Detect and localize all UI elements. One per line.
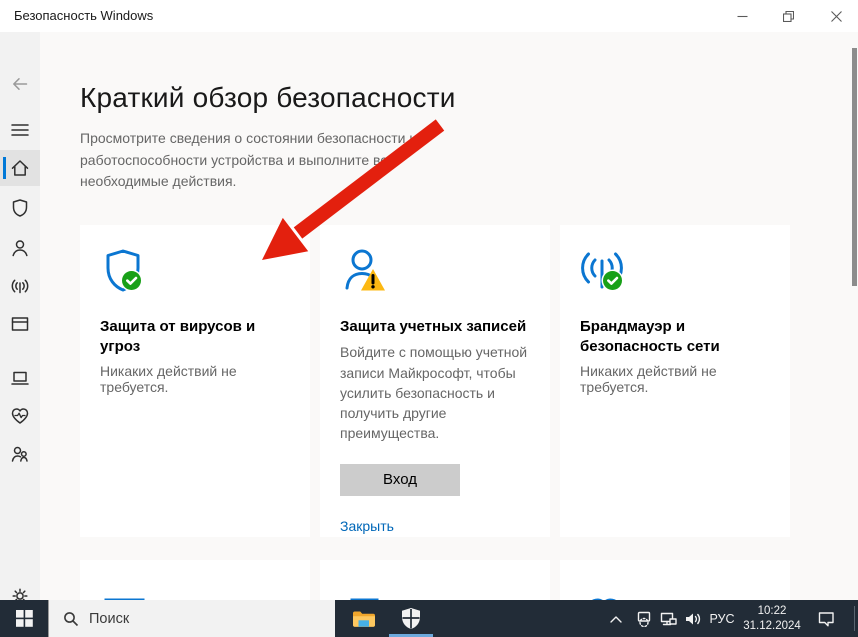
card-title: Брандмауэр и безопасность сети [580,317,750,358]
family-icon [10,444,30,464]
minimize-button[interactable] [720,0,764,32]
close-button[interactable] [814,0,858,32]
sidebar-item-app-browser-control[interactable] [0,306,40,342]
show-desktop-button[interactable] [854,606,855,631]
defender-shield-icon [400,607,422,630]
close-icon [831,11,842,22]
app-window-icon [10,314,30,334]
network-icon [659,611,677,627]
sidebar-item-home[interactable] [0,150,40,186]
speaker-icon [684,610,702,628]
tray-network[interactable] [656,600,680,637]
windows-security-window: Безопасность Windows [0,0,858,637]
window-title: Безопасность Windows [14,8,153,23]
clock-time: 10:22 [758,604,787,619]
minimize-icon [737,11,748,22]
tray-language-indicator[interactable]: РУС [706,600,738,637]
clock-date: 31.12.2024 [743,619,801,634]
sidebar-item-device-performance[interactable] [0,398,40,434]
connect-device-icon [635,610,653,627]
windows-logo-icon [16,610,33,627]
card-status: Никаких действий не требуется. [580,363,770,395]
person-icon [10,238,30,258]
dismiss-link[interactable]: Закрыть [340,518,394,534]
sidebar-item-firewall[interactable] [0,268,40,304]
file-explorer-icon [352,609,376,629]
shield-icon [10,198,30,218]
search-input[interactable] [89,611,299,627]
search-icon [63,611,79,627]
start-button[interactable] [0,600,48,637]
heart-pulse-icon [10,406,30,426]
taskbar-file-explorer[interactable] [346,600,382,637]
action-center-icon [817,610,835,627]
sidebar-item-account-protection[interactable] [0,230,40,266]
network-check-icon [580,247,628,295]
hamburger-icon [11,123,29,137]
laptop-icon [10,368,30,388]
card-title: Защита от вирусов и угроз [100,317,290,358]
taskbar: РУС 10:22 31.12.2024 [0,600,858,637]
card-account-protection[interactable]: Защита учетных записей Войдите с помощью… [320,225,550,537]
card-title: Защита учетных записей [340,317,530,337]
tray-volume[interactable] [680,600,706,637]
page-subtitle: Просмотрите сведения о состоянии безопас… [80,128,480,193]
back-button[interactable] [0,66,40,102]
tray-connect[interactable] [632,600,656,637]
vertical-scrollbar[interactable] [852,48,857,286]
taskbar-search[interactable] [48,600,335,637]
main-content: Краткий обзор безопасности Просмотрите с… [40,32,858,600]
sidebar-item-family-options[interactable] [0,436,40,472]
sidebar-item-device-security[interactable] [0,360,40,396]
radio-signal-icon [10,276,30,296]
sign-in-button[interactable]: Вход [340,464,460,496]
restore-button[interactable] [766,0,810,32]
card-description: Войдите с помощью учетной записи Майкрос… [340,342,538,443]
page-title: Краткий обзор безопасности [80,82,456,114]
titlebar: Безопасность Windows [0,0,858,32]
sidebar [0,32,40,600]
chevron-up-icon [609,613,623,625]
tray-hidden-icons-chevron[interactable] [604,600,628,637]
tray-clock[interactable]: 10:22 31.12.2024 [740,600,804,637]
taskbar-windows-security[interactable] [386,600,436,637]
restore-icon [783,11,794,22]
menu-button[interactable] [0,112,40,148]
tray-action-center[interactable] [806,600,846,637]
card-firewall-network[interactable]: Брандмауэр и безопасность сети Никаких д… [560,225,790,537]
shield-check-icon [100,247,148,295]
card-status: Никаких действий не требуется. [100,363,290,395]
card-virus-threat-protection[interactable]: Защита от вирусов и угроз Никаких действ… [80,225,310,537]
person-warning-icon [340,247,388,295]
back-arrow-icon [10,74,30,94]
sidebar-item-virus-protection[interactable] [0,190,40,226]
home-icon [10,158,30,178]
language-label: РУС [709,612,734,626]
